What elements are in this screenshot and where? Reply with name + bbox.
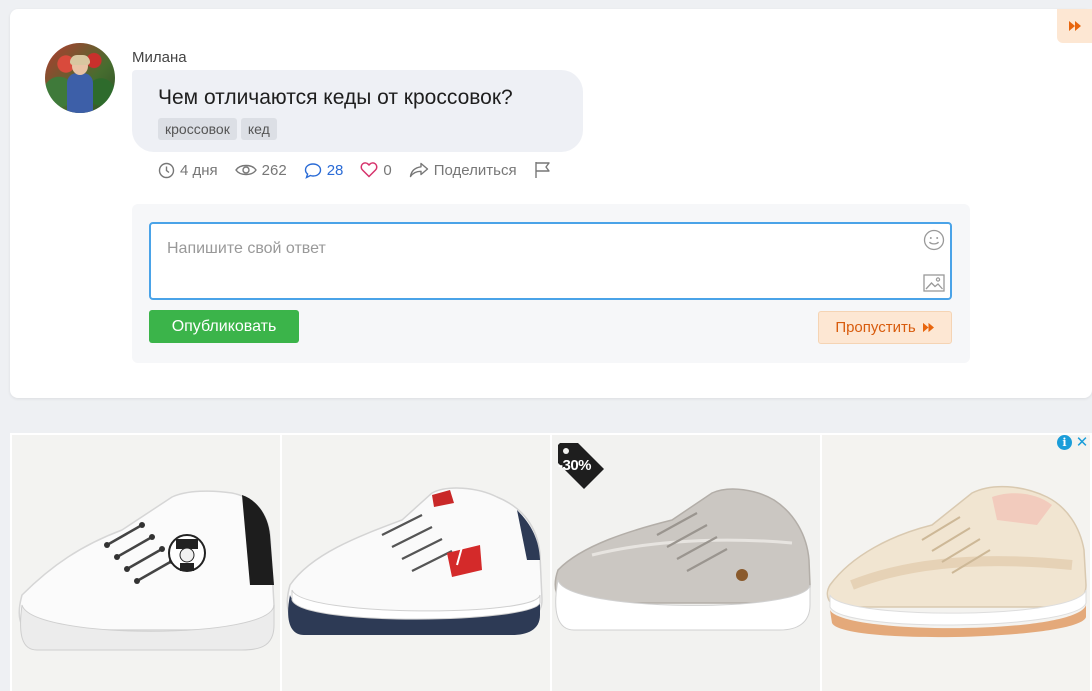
question-title: Чем отличаются кеды от кроссовок? bbox=[158, 86, 513, 109]
tag-list: кроссовок кед bbox=[158, 118, 277, 140]
image-upload-icon[interactable] bbox=[923, 274, 945, 292]
ad-close-icon[interactable]: ✕ bbox=[1074, 433, 1090, 451]
skip-button[interactable]: Пропустить bbox=[818, 311, 952, 344]
ad-tile-white-platform-sneaker[interactable] bbox=[12, 435, 280, 691]
skip-label: Пропустить bbox=[835, 319, 916, 336]
tag-ked[interactable]: кед bbox=[240, 118, 277, 140]
emoji-icon[interactable] bbox=[923, 229, 945, 251]
avatar[interactable] bbox=[45, 43, 115, 113]
views-meta: 262 bbox=[234, 161, 287, 179]
discount-badge: -30% bbox=[558, 457, 592, 474]
author-name[interactable]: Милана bbox=[132, 49, 187, 66]
clock-icon bbox=[158, 162, 175, 178]
question-card: Милана Чем отличаются кеды от кроссовок?… bbox=[10, 9, 1092, 398]
age-meta: 4 дня bbox=[158, 162, 218, 179]
eye-icon bbox=[234, 164, 257, 176]
ad-tile-grey-suede-sneaker[interactable]: -30% bbox=[552, 435, 820, 691]
answer-form: Напишите свой ответ Опубликовать Пропуст… bbox=[132, 204, 970, 363]
ad-info-icon[interactable]: i bbox=[1057, 435, 1072, 450]
share-button[interactable]: Поделиться bbox=[409, 162, 517, 179]
heart-icon bbox=[360, 162, 378, 178]
ad-tile-white-levis-sneaker[interactable] bbox=[282, 435, 550, 691]
answer-input[interactable]: Напишите свой ответ bbox=[149, 222, 952, 300]
sneaker-image bbox=[12, 435, 280, 691]
fast-forward-icon bbox=[1068, 21, 1081, 31]
sneaker-image bbox=[822, 435, 1090, 691]
flag-icon bbox=[534, 162, 550, 178]
age-text: 4 дня bbox=[180, 161, 218, 179]
fast-forward-icon bbox=[922, 322, 934, 333]
question-bubble: Чем отличаются кеды от кроссовок? кроссо… bbox=[132, 70, 583, 152]
tag-krossovok[interactable]: кроссовок bbox=[158, 118, 237, 140]
comment-icon bbox=[304, 162, 321, 179]
comments-count: 28 bbox=[326, 161, 344, 179]
views-count: 262 bbox=[261, 161, 287, 179]
ad-banner[interactable]: -30% i ✕ bbox=[10, 433, 1092, 691]
report-button[interactable] bbox=[534, 161, 552, 179]
ad-tile-beige-retro-runner[interactable] bbox=[822, 435, 1090, 691]
share-label: Поделиться bbox=[433, 161, 517, 179]
question-meta: 4 дня 262 28 0 Поделиться bbox=[158, 160, 569, 180]
sneaker-image bbox=[282, 435, 550, 691]
comments-meta[interactable]: 28 bbox=[304, 161, 344, 179]
likes-meta[interactable]: 0 bbox=[360, 161, 392, 179]
answer-placeholder: Напишите свой ответ bbox=[167, 240, 326, 257]
share-icon bbox=[409, 162, 428, 178]
publish-button[interactable]: Опубликовать bbox=[149, 310, 299, 343]
skip-corner-button[interactable] bbox=[1057, 9, 1092, 43]
likes-count: 0 bbox=[383, 161, 392, 179]
